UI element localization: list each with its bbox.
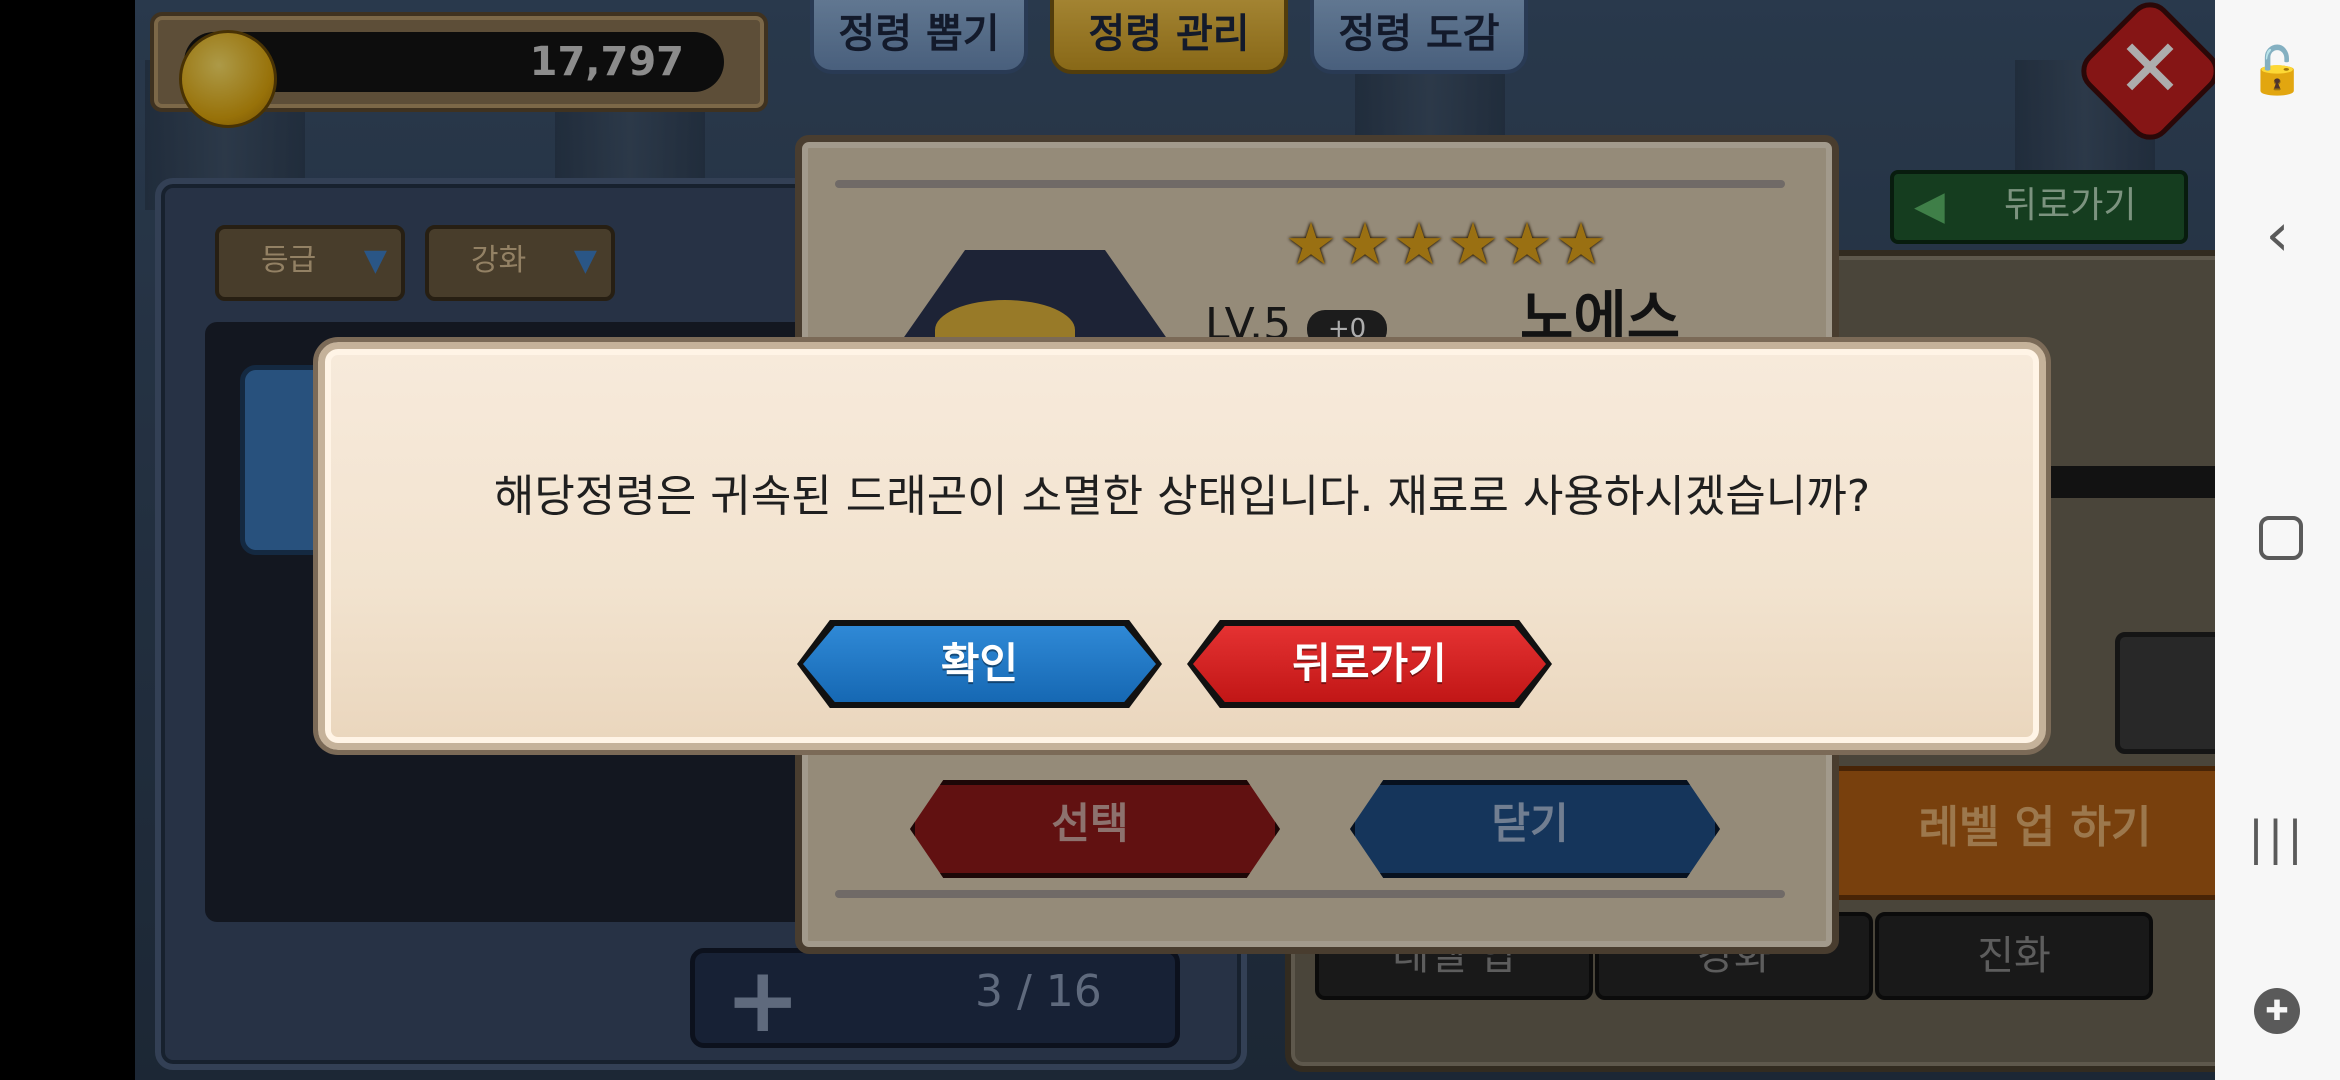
dialog-message: 해당정령은 귀속된 드래곤이 소멸한 상태입니다. 재료로 사용하시겠습니까? <box>493 471 1871 522</box>
back-button-label: 뒤로가기 <box>1292 639 1447 688</box>
back-button[interactable]: 뒤로가기 <box>1187 620 1552 708</box>
recents-icon[interactable]: ||| <box>2215 808 2340 868</box>
confirm-button-label: 확인 <box>940 639 1019 688</box>
confirm-dialog <box>318 342 2046 750</box>
touch-lock-icon[interactable]: 🔓 <box>2215 35 2340 105</box>
game-tools-icon[interactable]: ✚ <box>2254 988 2300 1034</box>
back-icon[interactable]: ‹ <box>2215 195 2340 275</box>
confirm-button[interactable]: 확인 <box>797 620 1162 708</box>
home-icon[interactable] <box>2259 516 2303 560</box>
